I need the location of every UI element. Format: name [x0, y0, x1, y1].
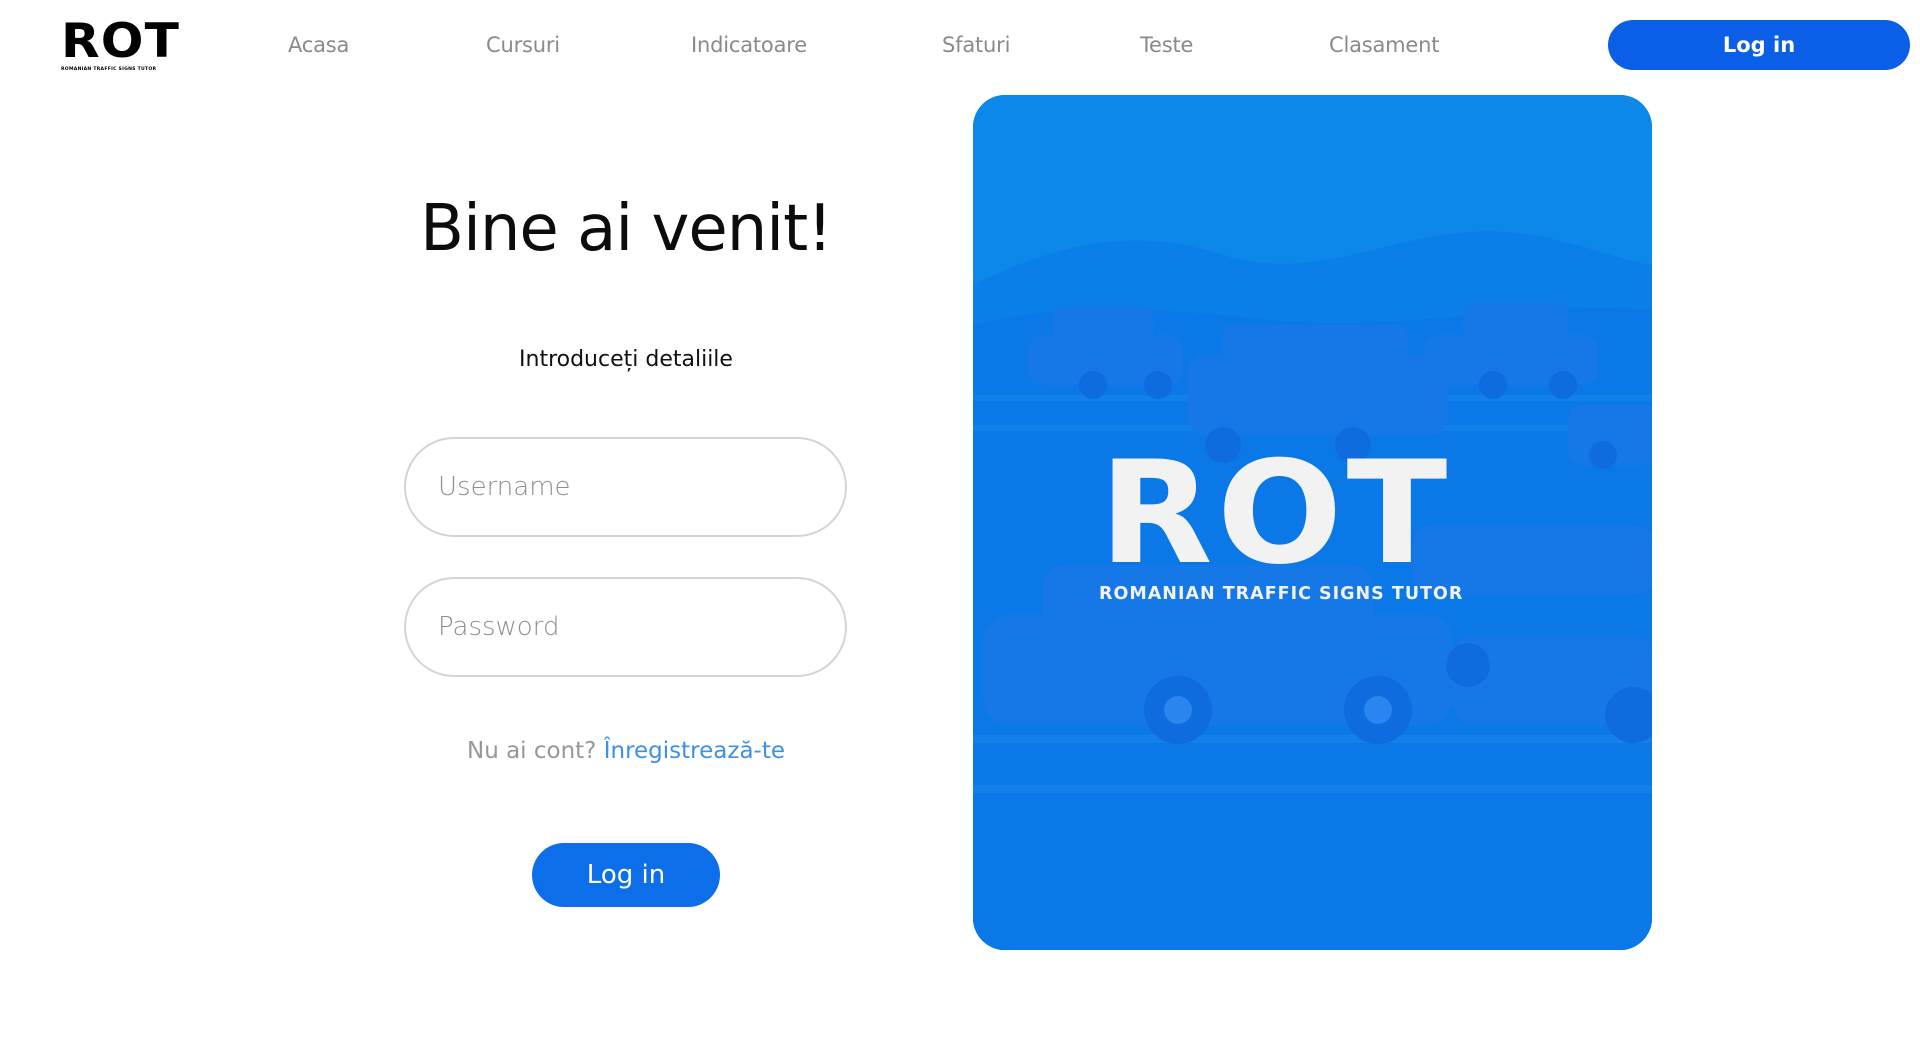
hero-panel: ROT ROMANIAN TRAFFIC SIGNS TUTOR — [973, 95, 1652, 950]
login-page: ROT ROMANIAN TRAFFIC SIGNS TUTOR Acasa C… — [0, 0, 1920, 1059]
nav-item-clasament[interactable]: Clasament — [1329, 33, 1439, 57]
login-submit-button[interactable]: Log in — [532, 843, 720, 907]
nav-item-acasa[interactable]: Acasa — [288, 33, 349, 57]
header-login-button[interactable]: Log in — [1608, 20, 1910, 70]
register-link[interactable]: Înregistrează-te — [604, 738, 785, 764]
username-input[interactable] — [404, 437, 847, 537]
nav-item-teste[interactable]: Teste — [1140, 33, 1193, 57]
hero-logo-text: ROT — [1099, 431, 1452, 596]
form-subtitle: Introduceți detaliile — [519, 347, 733, 372]
nav-item-cursuri[interactable]: Cursuri — [486, 33, 560, 57]
nav-item-indicatoare[interactable]: Indicatoare — [691, 33, 807, 57]
password-input[interactable] — [404, 577, 847, 677]
welcome-title: Bine ai venit! — [420, 192, 833, 266]
no-account-text: Nu ai cont? — [466, 738, 597, 764]
register-prompt: Nu ai cont? Înregistrează-te — [370, 738, 882, 764]
nav-item-sfaturi[interactable]: Sfaturi — [942, 33, 1010, 57]
main-nav: Acasa Cursuri Indicatoare Sfaturi Teste … — [0, 33, 1500, 63]
hero-logo: ROT ROMANIAN TRAFFIC SIGNS TUTOR — [1099, 443, 1529, 605]
